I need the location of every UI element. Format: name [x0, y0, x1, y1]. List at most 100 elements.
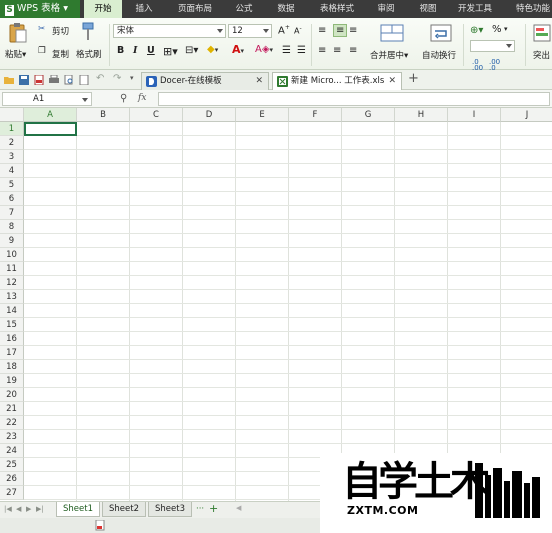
row-header[interactable]: 1 [0, 122, 24, 136]
percent-button[interactable]: % [492, 24, 502, 35]
increase-font-icon[interactable]: A+ [278, 24, 290, 36]
open-folder-icon[interactable] [4, 75, 14, 85]
row-header[interactable]: 13 [0, 290, 24, 304]
row-header[interactable]: 16 [0, 332, 24, 346]
export-pdf-icon[interactable] [34, 75, 44, 85]
row-header[interactable]: 20 [0, 388, 24, 402]
merge-center-icon[interactable] [380, 23, 404, 43]
row-header[interactable]: 9 [0, 234, 24, 248]
spreadsheet-grid[interactable]: ABCDEFGHIJ 1 2 3 4 5 6 7 8 9 10 11 12 13 14 15 16 17 18 19… [0, 108, 552, 501]
underline-button[interactable]: U [147, 45, 155, 56]
name-box[interactable]: A1 [2, 92, 92, 106]
print-preview-icon[interactable] [64, 75, 74, 85]
outdent-icon[interactable]: ☰ [297, 45, 306, 56]
column-header[interactable]: C [130, 108, 183, 122]
chevron-down-icon[interactable]: ▾ [504, 25, 508, 33]
row-header[interactable]: 22 [0, 416, 24, 430]
tab-docer-templates[interactable]: Docer-在线模板 ✕ [141, 72, 269, 90]
format-painter-icon[interactable] [80, 22, 96, 42]
highlight-button[interactable]: 突出 [533, 49, 550, 61]
close-icon[interactable]: ✕ [388, 73, 396, 90]
column-header[interactable]: B [77, 108, 130, 122]
font-color-icon[interactable]: A▾ [232, 43, 244, 56]
align-center-icon[interactable]: ≡ [333, 45, 341, 56]
row-header[interactable]: 27 [0, 486, 24, 500]
wrap-text-button[interactable]: 自动换行 [422, 49, 456, 61]
row-header[interactable]: 26 [0, 472, 24, 486]
row-header[interactable]: 25 [0, 458, 24, 472]
align-top-icon[interactable]: ≡ [318, 25, 326, 36]
row-header[interactable]: 18 [0, 360, 24, 374]
column-header[interactable]: F [289, 108, 342, 122]
save-icon[interactable] [19, 75, 29, 85]
tab-workbook[interactable]: 新建 Micro... 工作表.xls ✕ [272, 72, 402, 90]
row-header[interactable]: 7 [0, 206, 24, 220]
font-name-select[interactable]: 宋体 [113, 24, 226, 38]
font-size-select[interactable]: 12 [228, 24, 272, 38]
row-header[interactable]: 4 [0, 164, 24, 178]
row-header[interactable]: 2 [0, 136, 24, 150]
align-bottom-icon[interactable]: ≡ [349, 25, 357, 36]
tab-special-features[interactable]: 特色功能 [508, 0, 552, 18]
tab-developer[interactable]: 开发工具 [452, 0, 498, 18]
row-header[interactable]: 11 [0, 262, 24, 276]
tab-table-style[interactable]: 表格样式 [312, 0, 362, 18]
number-format-select[interactable] [470, 40, 515, 52]
last-sheet-icon[interactable]: ▶| [36, 505, 44, 513]
fill-color-icon[interactable]: ◆▾ [207, 44, 218, 55]
bold-button[interactable]: B [117, 45, 124, 56]
next-sheet-icon[interactable]: ▶ [26, 505, 31, 513]
cell-style-icon[interactable]: ⊟▾ [185, 45, 198, 56]
tab-view[interactable]: 视图 [410, 0, 446, 18]
row-header[interactable]: 24 [0, 444, 24, 458]
row-header[interactable]: 5 [0, 178, 24, 192]
tab-page-layout[interactable]: 页面布局 [170, 0, 220, 18]
paste-button[interactable]: 粘贴▾ [5, 48, 26, 60]
column-header[interactable]: H [395, 108, 448, 122]
tab-data[interactable]: 数据 [268, 0, 304, 18]
borders-icon[interactable]: ⊞▾ [163, 45, 178, 58]
align-middle-icon[interactable]: ≡ [333, 24, 348, 37]
row-header[interactable]: 19 [0, 374, 24, 388]
column-header[interactable]: G [342, 108, 395, 122]
add-sheet-button[interactable]: + [209, 502, 218, 515]
tab-review[interactable]: 审阅 [368, 0, 404, 18]
row-header[interactable]: 15 [0, 318, 24, 332]
print-icon[interactable] [49, 75, 59, 85]
clear-format-icon[interactable]: A◈▾ [255, 44, 273, 55]
undo-icon[interactable]: ↶ [96, 73, 104, 84]
row-header[interactable]: 21 [0, 402, 24, 416]
sheet-tab-sheet1[interactable]: Sheet1 [56, 502, 100, 517]
column-header[interactable]: D [183, 108, 236, 122]
row-header[interactable]: 12 [0, 276, 24, 290]
currency-icon[interactable]: ⊕▾ [470, 25, 483, 36]
italic-button[interactable]: I [133, 45, 137, 56]
copy-button[interactable]: 复制 [52, 48, 69, 60]
column-header[interactable]: E [236, 108, 289, 122]
cut-button[interactable]: 剪切 [52, 25, 69, 37]
insert-function-button[interactable]: fx [138, 93, 146, 103]
merge-center-button[interactable]: 合并居中▾ [370, 49, 408, 61]
tab-insert[interactable]: 插入 [126, 0, 162, 18]
align-right-icon[interactable]: ≡ [349, 45, 357, 56]
new-tab-icon[interactable]: + [408, 71, 419, 86]
decrease-font-icon[interactable]: A- [294, 25, 302, 36]
row-header[interactable]: 23 [0, 430, 24, 444]
row-header[interactable]: 3 [0, 150, 24, 164]
scissors-icon[interactable]: ✂ [38, 24, 45, 34]
zoom-icon[interactable]: ⚲ [120, 93, 127, 104]
customize-toolbar-icon[interactable]: ▾ [130, 74, 134, 82]
formula-input[interactable] [158, 92, 550, 106]
copy-icon[interactable]: ❐ [38, 46, 46, 56]
paste-icon[interactable] [8, 22, 28, 44]
first-sheet-icon[interactable]: |◀ [4, 505, 12, 513]
indent-icon[interactable]: ☰ [282, 45, 291, 56]
tab-home[interactable]: 开始 [84, 0, 122, 18]
row-header[interactable]: 8 [0, 220, 24, 234]
column-header[interactable]: I [448, 108, 501, 122]
row-header[interactable]: 10 [0, 248, 24, 262]
redo-icon[interactable]: ↷ [113, 73, 121, 84]
align-left-icon[interactable]: ≡ [318, 45, 326, 56]
more-sheets-button[interactable]: ··· [196, 504, 204, 514]
column-header[interactable]: J [501, 108, 552, 122]
